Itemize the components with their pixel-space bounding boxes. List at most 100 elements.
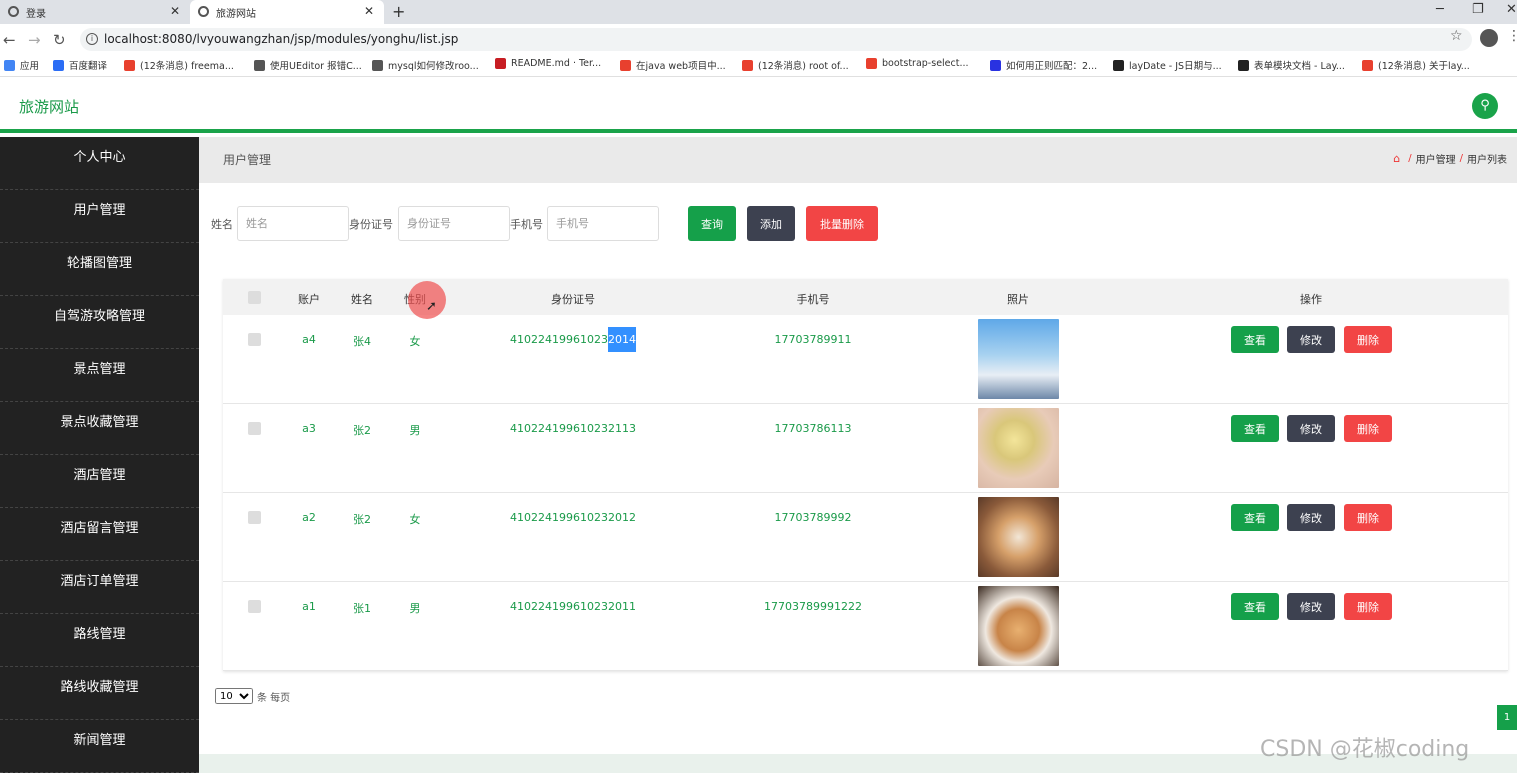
view-button[interactable]: 查看 <box>1231 593 1279 620</box>
bookmark-item[interactable]: 表单模块文档 - Lay... <box>1238 58 1345 72</box>
bookmark-item[interactable]: 百度翻译 <box>53 58 107 72</box>
view-button[interactable]: 查看 <box>1231 504 1279 531</box>
bookmark-label: README.md · Ter... <box>511 58 602 69</box>
delete-button[interactable]: 删除 <box>1344 326 1392 353</box>
query-button[interactable]: 查询 <box>688 206 736 241</box>
sidebar: 个人中心 用户管理 轮播图管理 自驾游攻略管理 景点管理 景点收藏管理 酒店管理… <box>0 137 199 773</box>
minimize-icon[interactable]: ─ <box>1436 2 1444 17</box>
cell-gender: 男 <box>409 424 421 437</box>
window-close-icon[interactable]: ✕ <box>1506 2 1517 17</box>
sidebar-item-route-favorites[interactable]: 路线收藏管理 <box>0 667 199 720</box>
row-checkbox[interactable] <box>248 422 261 435</box>
sidebar-item-news[interactable]: 新闻管理 <box>0 720 199 773</box>
header-id-number: 身份证号 <box>551 293 595 306</box>
row-checkbox[interactable] <box>248 333 261 346</box>
sidebar-item-routes[interactable]: 路线管理 <box>0 614 199 667</box>
sidebar-item-profile[interactable]: 个人中心 <box>0 137 199 190</box>
cell-id-number: 410224199610232014 <box>510 327 636 352</box>
cell-id-number: 410224199610232012 <box>510 511 636 524</box>
user-icon[interactable]: ⚲ <box>1472 93 1498 119</box>
delete-button[interactable]: 删除 <box>1344 593 1392 620</box>
bookmark-item[interactable]: README.md · Ter... <box>495 58 601 69</box>
mouse-pointer-icon: ➚ <box>426 299 437 314</box>
page-size-select[interactable]: 10 <box>215 688 253 704</box>
new-tab-icon[interactable]: + <box>392 2 405 21</box>
bookmark-item[interactable]: bootstrap-select... <box>866 58 969 69</box>
sidebar-item-hotels[interactable]: 酒店管理 <box>0 455 199 508</box>
reload-icon[interactable]: ↻ <box>53 31 66 49</box>
cell-id-number: 410224199610232113 <box>510 422 636 435</box>
id-number-text: 410224199610232113 <box>510 422 636 435</box>
home-icon[interactable]: ⌂ <box>1393 152 1400 165</box>
edit-button[interactable]: 修改 <box>1287 415 1335 442</box>
id-number-input[interactable] <box>398 206 510 241</box>
batch-delete-button[interactable]: 批量删除 <box>806 206 878 241</box>
bookmark-item[interactable]: (12条消息) root of... <box>742 58 849 72</box>
edit-button[interactable]: 修改 <box>1287 593 1335 620</box>
bookmark-item[interactable]: 如何用正则匹配：2... <box>990 58 1097 72</box>
id-number-label: 身份证号 <box>349 218 393 231</box>
browser-tab-travel[interactable]: 旅游网站 ✕ <box>190 0 384 24</box>
select-all-checkbox[interactable] <box>248 291 261 304</box>
bookmark-item[interactable]: mysql如何修改roo... <box>372 58 479 72</box>
cat-with-hat-photo <box>978 586 1059 666</box>
back-icon[interactable]: ← <box>3 31 16 49</box>
sidebar-item-scenic-favorites[interactable]: 景点收藏管理 <box>0 402 199 455</box>
bookmark-label: 应用 <box>20 61 40 72</box>
profile-icon[interactable] <box>1480 29 1498 47</box>
bookmark-item[interactable]: (12条消息) 关于lay... <box>1362 58 1470 72</box>
cell-name: 张1 <box>353 602 371 615</box>
view-button[interactable]: 查看 <box>1231 415 1279 442</box>
sidebar-item-scenic[interactable]: 景点管理 <box>0 349 199 402</box>
row-checkbox[interactable] <box>248 600 261 613</box>
edit-button[interactable]: 修改 <box>1287 504 1335 531</box>
breadcrumb-item[interactable]: 用户管理 <box>1416 151 1456 166</box>
page-number-current[interactable]: 1 <box>1497 705 1517 730</box>
cell-id-number: 410224199610232011 <box>510 600 636 613</box>
close-icon[interactable]: ✕ <box>364 4 374 18</box>
edit-button[interactable]: 修改 <box>1287 326 1335 353</box>
breadcrumb-item: 用户列表 <box>1467 155 1507 166</box>
sidebar-item-users[interactable]: 用户管理 <box>0 190 199 243</box>
name-input[interactable] <box>237 206 349 241</box>
phone-input[interactable] <box>547 206 659 241</box>
site-title[interactable]: 旅游网站 <box>19 96 79 117</box>
close-icon[interactable]: ✕ <box>170 4 180 18</box>
watermark: CSDN @花椒coding <box>1260 737 1470 762</box>
row-checkbox[interactable] <box>248 511 261 524</box>
sidebar-item-hotel-messages[interactable]: 酒店留言管理 <box>0 508 199 561</box>
bookmark-item[interactable]: layDate - JS日期与... <box>1113 58 1222 72</box>
id-number-text: 41022419961023 <box>510 333 608 346</box>
more-menu-icon[interactable]: ⋮ <box>1507 28 1517 44</box>
bookmark-favicon-icon <box>990 59 1001 71</box>
delete-button[interactable]: 删除 <box>1344 504 1392 531</box>
browser-tab-login[interactable]: 登录 ✕ <box>0 0 190 24</box>
bookmark-favicon-icon <box>254 59 265 71</box>
header-phone: 手机号 <box>796 293 830 306</box>
cell-gender: 女 <box>409 513 421 526</box>
url-field[interactable]: i localhost:8080/lvyouwangzhan/jsp/modul… <box>80 28 1472 51</box>
bookmark-favicon-icon <box>1362 59 1373 71</box>
cell-phone: 17703789911 <box>774 333 852 346</box>
add-button[interactable]: 添加 <box>747 206 795 241</box>
cell-name: 张2 <box>353 513 371 526</box>
table-row: a1 张1 男 410224199610232011 17703789991222 查看修… <box>223 582 1508 671</box>
bookmark-item[interactable]: 在java web项目中... <box>620 58 726 72</box>
bookmark-favicon-icon <box>1238 59 1249 71</box>
bookmark-favicon-icon <box>372 59 383 71</box>
bookmark-item[interactable]: 使用UEditor 报错C... <box>254 58 362 72</box>
bookmark-star-icon[interactable]: ☆ <box>1450 28 1463 44</box>
delete-button[interactable]: 删除 <box>1344 415 1392 442</box>
header-name: 姓名 <box>351 293 373 306</box>
info-icon[interactable]: i <box>86 33 98 45</box>
bookmark-item[interactable]: 应用 <box>4 58 39 72</box>
sidebar-item-carousel[interactable]: 轮播图管理 <box>0 243 199 296</box>
view-button[interactable]: 查看 <box>1231 326 1279 353</box>
sidebar-item-hotel-orders[interactable]: 酒店订单管理 <box>0 561 199 614</box>
sidebar-item-road-trip[interactable]: 自驾游攻略管理 <box>0 296 199 349</box>
tab-title: 登录 <box>26 8 46 20</box>
url-text[interactable]: localhost:8080/lvyouwangzhan/jsp/modules… <box>104 32 458 46</box>
bookmark-item[interactable]: (12条消息) freema... <box>124 58 234 72</box>
forward-icon[interactable]: → <box>28 31 41 49</box>
restore-icon[interactable]: ❐ <box>1472 2 1484 17</box>
